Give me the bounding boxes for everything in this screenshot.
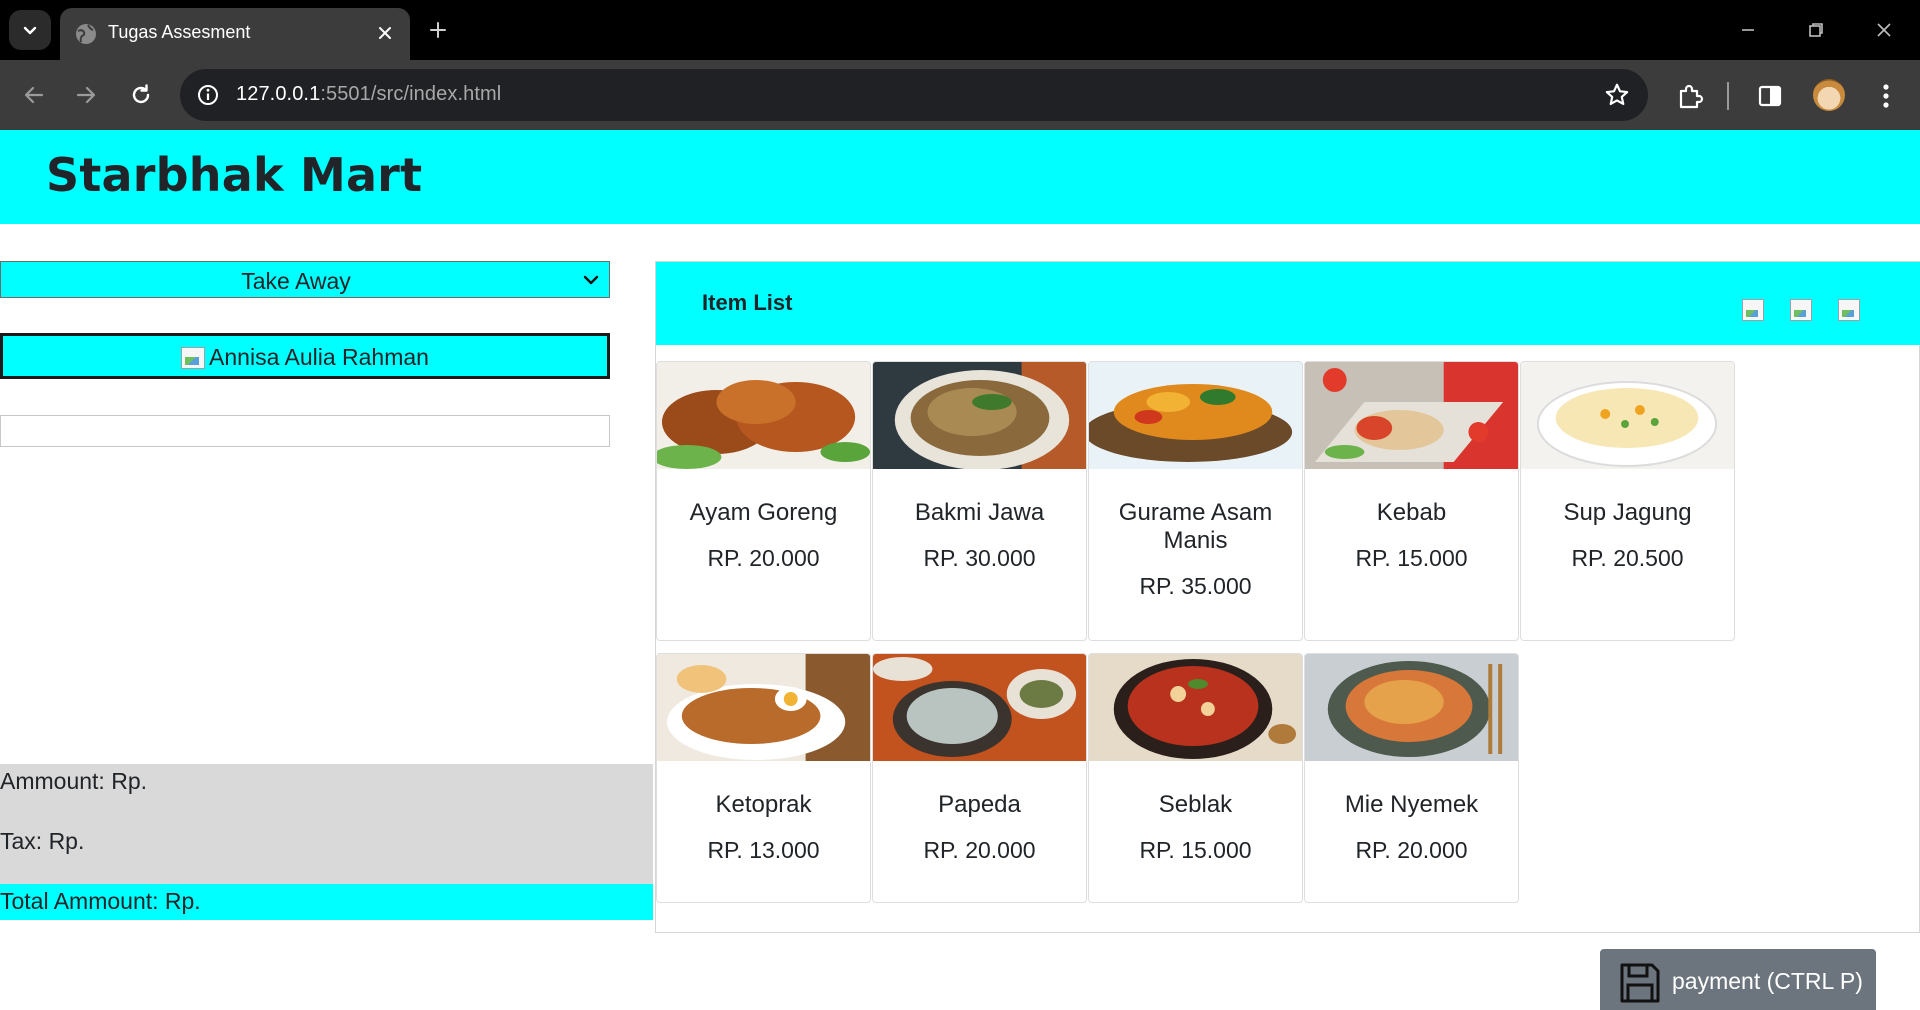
payment-button-label: payment (CTRL P) <box>1672 968 1863 994</box>
food-photo-kebab <box>1305 362 1518 469</box>
menu-item-price: RP. 15.000 <box>1355 545 1468 571</box>
order-type-select[interactable]: Take Away <box>0 261 610 298</box>
browser-tab[interactable]: Tugas Assesment <box>60 8 410 60</box>
page-viewport: Starbhak Mart Take Away Annisa Aulia Rah… <box>0 130 1920 1010</box>
menu-item-price: RP. 30.000 <box>923 545 1036 571</box>
order-list-box <box>0 415 610 447</box>
payment-button[interactable]: payment (CTRL P) <box>1600 949 1876 1010</box>
cashier-button[interactable]: Annisa Aulia Rahman <box>0 333 610 379</box>
brand-title: Starbhak Mart <box>46 148 423 202</box>
item-list-title: Item List <box>702 290 793 315</box>
site-info-icon[interactable] <box>194 81 222 109</box>
food-photo-papeda <box>873 654 1086 761</box>
side-panel-icon[interactable] <box>1754 80 1786 112</box>
menu-item-name: Gurame Asam Manis <box>1118 499 1273 554</box>
item-list-panel: Item List Ayam Goreng RP. 20.000 Bakmi J… <box>655 261 1920 933</box>
menu-item-name: Seblak <box>1158 791 1233 818</box>
close-tab-icon[interactable] <box>374 22 396 44</box>
menu-item-price: RP. 15.000 <box>1139 837 1252 863</box>
menu-card[interactable]: Ayam Goreng RP. 20.000 <box>656 361 871 641</box>
menu-item-name: Papeda <box>938 791 1021 818</box>
menu-card[interactable]: Kebab RP. 15.000 <box>1304 361 1519 641</box>
menu-item-name: Bakmi Jawa <box>914 499 1045 526</box>
restore-icon[interactable] <box>1796 14 1836 46</box>
food-photo-mie-nyemek <box>1305 654 1518 761</box>
menu-card[interactable]: Mie Nyemek RP. 20.000 <box>1304 653 1519 903</box>
menu-item-price: RP. 20.000 <box>923 837 1036 863</box>
menu-item-name: Sup Jagung <box>1563 499 1692 526</box>
address-bar[interactable]: 127.0.0.1:5501/src/index.html <box>180 69 1648 121</box>
menu-card[interactable]: Ketoprak RP. 13.000 <box>656 653 871 903</box>
menu-item-name: Kebab <box>1376 499 1447 526</box>
url-host: 127.0.0.1 <box>236 83 321 105</box>
broken-image-icon[interactable] <box>1790 299 1812 321</box>
menu-card[interactable]: Gurame Asam Manis RP. 35.000 <box>1088 361 1303 641</box>
food-photo-gurame-asam-manis <box>1089 362 1302 469</box>
kebab-menu-icon[interactable] <box>1870 80 1902 112</box>
reload-icon[interactable] <box>123 77 159 113</box>
globe-icon <box>76 24 96 44</box>
menu-item-price: RP. 20.000 <box>1355 837 1468 863</box>
menu-item-price: RP. 35.000 <box>1139 573 1252 599</box>
tab-title: Tugas Assesment <box>108 22 251 42</box>
close-window-icon[interactable] <box>1864 14 1904 46</box>
total-amount-label: Total Ammount: Rp. <box>0 888 201 914</box>
cashier-content: Annisa Aulia Rahman <box>3 344 607 371</box>
menu-card[interactable]: Bakmi Jawa RP. 30.000 <box>872 361 1087 641</box>
cashier-name: Annisa Aulia Rahman <box>209 344 429 370</box>
food-photo-sup-jagung <box>1521 362 1734 469</box>
minimize-icon[interactable] <box>1728 14 1768 46</box>
menu-item-name: Mie Nyemek <box>1344 791 1479 818</box>
payment-summary: Ammount: Rp. Tax: Rp. <box>0 764 653 884</box>
menu-card[interactable]: Sup Jagung RP. 20.500 <box>1520 361 1735 641</box>
amount-label: Ammount: Rp. <box>0 768 147 794</box>
chevron-down-icon <box>23 26 37 35</box>
food-photo-ketoprak <box>657 654 870 761</box>
menu-card[interactable]: Papeda RP. 20.000 <box>872 653 1087 903</box>
food-photo-bakmi-jawa <box>873 362 1086 469</box>
url-path: :5501/src/index.html <box>320 83 502 105</box>
tab-search-button[interactable] <box>9 10 51 50</box>
menu-item-name: Ketoprak <box>715 791 812 818</box>
site-header: Starbhak Mart <box>0 130 1920 224</box>
forward-arrow-icon[interactable] <box>68 77 104 113</box>
tax-label: Tax: Rp. <box>0 828 85 854</box>
food-photo-ayam-goreng <box>657 362 870 469</box>
broken-image-icon[interactable] <box>1742 299 1764 321</box>
new-tab-plus-icon[interactable] <box>424 16 452 44</box>
chevron-down-icon <box>583 275 599 285</box>
food-photo-seblak <box>1089 654 1302 761</box>
menu-item-price: RP. 13.000 <box>707 837 820 863</box>
toolbar-separator <box>1727 82 1729 110</box>
menu-item-price: RP. 20.000 <box>707 545 820 571</box>
back-arrow-icon[interactable] <box>16 77 52 113</box>
profile-avatar[interactable] <box>1813 79 1845 111</box>
menu-item-name: Ayam Goreng <box>689 499 838 526</box>
extensions-puzzle-icon[interactable] <box>1674 80 1706 112</box>
browser-toolbar: 127.0.0.1:5501/src/index.html <box>0 60 1920 130</box>
broken-image-icon <box>181 347 206 369</box>
bookmark-star-icon[interactable] <box>1604 82 1630 108</box>
broken-image-icon[interactable] <box>1838 299 1860 321</box>
menu-item-price: RP. 20.500 <box>1571 545 1684 571</box>
order-type-value: Take Away <box>241 268 351 294</box>
item-list-header: Item List <box>656 262 1920 345</box>
total-amount-bar: Total Ammount: Rp. <box>0 884 653 920</box>
floppy-save-icon <box>1620 963 1660 1003</box>
url-text[interactable]: 127.0.0.1:5501/src/index.html <box>236 83 501 106</box>
browser-tabstrip: Tugas Assesment <box>0 0 1920 60</box>
menu-card[interactable]: Seblak RP. 15.000 <box>1088 653 1303 903</box>
